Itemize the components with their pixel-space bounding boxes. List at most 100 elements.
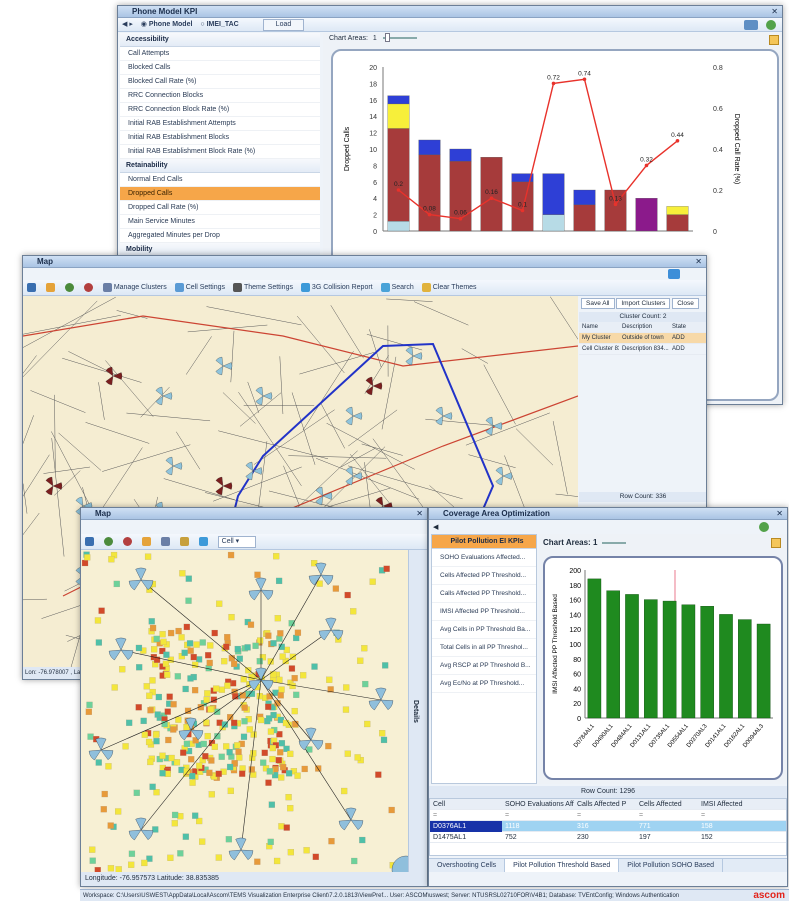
tool-item-1[interactable]: Cell Settings	[174, 280, 225, 295]
pp-list-item[interactable]: IMSI Affected PP Threshold...	[432, 603, 536, 621]
tool-item-4[interactable]: Search	[380, 280, 414, 295]
col-calls[interactable]: Calls Affected P	[574, 799, 636, 810]
cell-site-icon	[128, 817, 154, 841]
layers-icon[interactable]	[198, 534, 210, 549]
details-panel-tab[interactable]: Details	[408, 550, 427, 874]
col-cell[interactable]: Cell	[430, 799, 502, 810]
cell-site-icon	[405, 346, 423, 366]
coverage-bin	[216, 719, 223, 726]
pp-list-item[interactable]: Cells Affected PP Threshold...	[432, 567, 536, 585]
chart-areas-slider[interactable]	[601, 541, 626, 544]
kpi-category[interactable]: Retainability	[120, 159, 320, 173]
zoom-in-icon[interactable]	[103, 534, 115, 549]
col-description[interactable]: Description	[619, 322, 669, 333]
y-tick-label: 18	[369, 81, 377, 88]
coverage-bin	[276, 635, 283, 642]
cluster-row[interactable]: My Cluster Outside of town ADD	[579, 333, 706, 344]
pp-list-item[interactable]: SOHO Evaluations Affected...	[432, 549, 536, 567]
load-button[interactable]: Load	[262, 19, 305, 31]
coverage-bin	[300, 672, 307, 679]
tab-pp-soho[interactable]: Pilot Pollution SOHO Based	[619, 859, 724, 872]
chart-areas-slider[interactable]	[382, 33, 417, 43]
close-icon[interactable]: ✕	[416, 508, 423, 520]
chart-areas-control[interactable]: Chart Areas: 1	[329, 33, 417, 43]
cell-site-icon	[345, 406, 363, 426]
close-icon[interactable]: ✕	[771, 6, 778, 18]
back-icon[interactable]: ◀	[433, 524, 438, 531]
close-icon[interactable]: ✕	[695, 256, 702, 268]
tab-pp-threshold[interactable]: Pilot Pollution Threshold Based	[505, 859, 620, 872]
coverage-bin	[277, 749, 284, 756]
kpi-list-item[interactable]: Initial RAB Establishment Blocks	[120, 131, 320, 145]
kpi-list-item[interactable]: Main Service Minutes	[120, 215, 320, 229]
y-tick-label: 80	[573, 657, 581, 664]
ruler-icon[interactable]	[179, 534, 191, 549]
kpi-list-item[interactable]: Dropped Calls	[120, 187, 320, 201]
table-row[interactable]: D1475AL1 752 230 197 152	[430, 832, 786, 843]
col-soho[interactable]: SOHO Evaluations Affec	[502, 799, 574, 810]
bar-segment	[387, 221, 410, 232]
phone-model-radio[interactable]: ◉ Phone Model	[141, 18, 193, 31]
kpi-category[interactable]: Accessibility	[120, 33, 320, 47]
kpi-list-item[interactable]: Blocked Call Rate (%)	[120, 75, 320, 89]
col-cells[interactable]: Cells Affected	[636, 799, 698, 810]
zoom-out-icon[interactable]	[83, 280, 95, 295]
zoom-out-icon[interactable]	[122, 534, 134, 549]
close-icon[interactable]: ✕	[776, 508, 783, 520]
import-clusters-button[interactable]: Import Clusters	[616, 298, 671, 309]
tool-item-3[interactable]: 3G Collision Report	[300, 280, 373, 295]
kpi-list-item[interactable]: RRC Connection Block Rate (%)	[120, 103, 320, 117]
table-row[interactable]: D0376AL1 1118 316 771 158	[430, 821, 786, 832]
coverage-bin	[155, 693, 162, 701]
tab-overshooting-cells[interactable]: Overshooting Cells	[429, 859, 506, 872]
pp-list-item[interactable]: Calls Affected PP Threshold...	[432, 585, 536, 603]
pan-tool-icon[interactable]	[141, 534, 153, 549]
cao-chart-areas[interactable]: Chart Areas: 1	[543, 538, 626, 547]
map2-canvas[interactable]	[81, 550, 409, 874]
pp-list-item[interactable]: Avg RSCP at PP Threshold B...	[432, 657, 536, 675]
layers-icon[interactable]	[668, 269, 680, 279]
coverage-bin	[145, 738, 153, 746]
imei-tac-radio[interactable]: ○ IMEI_TAC	[200, 18, 238, 31]
kpi-list-item[interactable]: Normal End Calls	[120, 173, 320, 187]
kpi-list-item[interactable]: Blocked Calls	[120, 61, 320, 75]
col-imsi[interactable]: IMSI Affected	[698, 799, 760, 810]
cell: My Cluster	[582, 335, 611, 341]
pp-list-item[interactable]: Avg Ec/No at PP Threshold...	[432, 675, 536, 693]
edit-icon[interactable]	[769, 35, 779, 45]
pan-tool-icon[interactable]	[45, 280, 57, 295]
zoom-in-icon[interactable]	[64, 280, 76, 295]
coverage-map[interactable]	[81, 550, 409, 874]
filter-row[interactable]: = = = = =	[430, 810, 786, 821]
settings-icon[interactable]	[744, 20, 758, 30]
select-tool-icon[interactable]	[85, 534, 96, 549]
cell-site-icon	[88, 737, 114, 761]
select-tool-icon[interactable]	[27, 280, 38, 295]
kpi-list-item[interactable]: Dropped Call Rate (%)	[120, 201, 320, 215]
coverage-bin	[278, 686, 285, 693]
tool-item-0[interactable]: Manage Clusters	[102, 280, 167, 295]
pp-list-item[interactable]: Total Cells in all PP Threshol...	[432, 639, 536, 657]
kpi-list-item[interactable]: Aggregated Minutes per Drop	[120, 229, 320, 243]
kpi-list-item[interactable]: Initial RAB Establishment Attempts	[120, 117, 320, 131]
bar-segment	[542, 214, 565, 232]
pp-list-item[interactable]: Avg Cells in PP Threshold Ba...	[432, 621, 536, 639]
layer-select[interactable]: Cell ▾	[217, 536, 257, 548]
col-state[interactable]: State	[669, 322, 699, 333]
save-all-button[interactable]: Save All	[581, 298, 615, 309]
grid-icon[interactable]	[160, 534, 172, 549]
kpi-list-item[interactable]: RRC Connection Blocks	[120, 89, 320, 103]
kpi-list-item[interactable]: Initial RAB Establishment Block Rate (%)	[120, 145, 320, 159]
refresh-icon[interactable]	[759, 522, 769, 532]
help-icon[interactable]	[766, 20, 776, 30]
close-button[interactable]: Close	[672, 298, 699, 309]
back-icon[interactable]: ◀ ▸	[122, 18, 133, 31]
kpi-list-item[interactable]: Call Attempts	[120, 47, 320, 61]
cluster-row[interactable]: Cell Cluster 834...Description 834...ADD	[579, 344, 706, 355]
rate-point	[458, 216, 463, 221]
edit-icon[interactable]	[771, 538, 781, 548]
col-name[interactable]: Name	[579, 322, 619, 333]
coverage-bin	[328, 838, 335, 845]
tool-item-5[interactable]: Clear Themes	[421, 280, 477, 295]
tool-item-2[interactable]: Theme Settings	[232, 280, 293, 295]
